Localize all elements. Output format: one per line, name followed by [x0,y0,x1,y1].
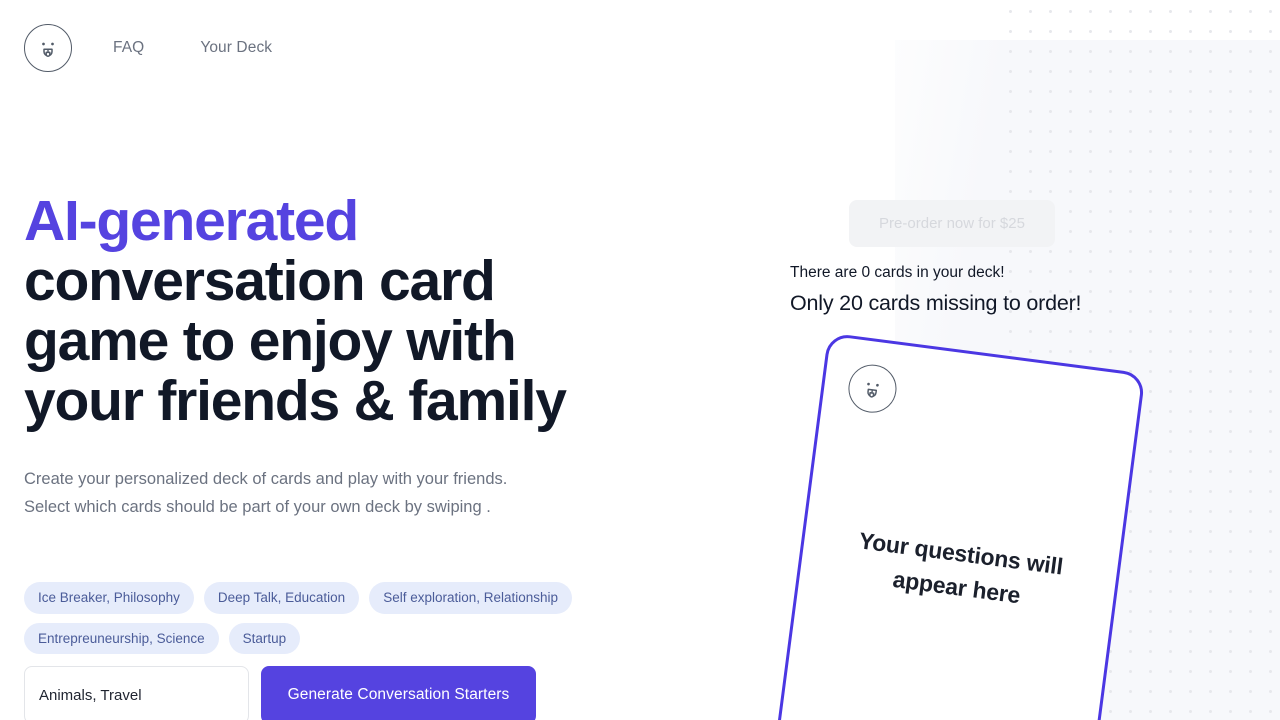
site-header: FAQ Your Deck [0,0,1280,96]
hero-section: AI-generated conversation card game to e… [24,191,644,521]
main-navigation: FAQ Your Deck [113,33,272,63]
topic-tag-list: Ice Breaker, Philosophy Deep Talk, Educa… [24,582,644,654]
deck-cards-missing: Only 20 cards missing to order! [790,291,1082,315]
landing-page: FAQ Your Deck AI-generated conversation … [0,0,1280,720]
deck-card-count: There are 0 cards in your deck! [790,264,1005,281]
preorder-button[interactable]: Pre-order now for $25 [849,200,1055,247]
card-smiley-tongue-logo-icon [845,361,900,416]
nav-link-faq[interactable]: FAQ [113,33,144,63]
topic-tag-ice-breaker-philosophy[interactable]: Ice Breaker, Philosophy [24,582,194,614]
topic-input[interactable] [24,666,249,720]
hero-subheading: Create your personalized deck of cards a… [24,465,624,521]
deck-status: There are 0 cards in your deck! Only 20 … [790,262,1082,317]
question-card-preview[interactable]: Your questions will appear here [771,332,1146,720]
headline-rest: conversation card game to enjoy with you… [24,249,567,433]
question-card[interactable]: Your questions will appear here [771,332,1146,720]
card-placeholder-text: Your questions will appear here [857,527,1065,609]
topic-tag-self-exploration-relationship[interactable]: Self exploration, Relationship [369,582,573,614]
nav-link-your-deck[interactable]: Your Deck [200,33,272,63]
smiley-tongue-logo-icon[interactable] [24,24,72,72]
topic-form: Generate Conversation Starters [24,666,536,720]
page-title: AI-generated conversation card game to e… [24,191,644,431]
generate-conversation-starters-button[interactable]: Generate Conversation Starters [261,666,536,720]
topic-tag-deep-talk-education[interactable]: Deep Talk, Education [203,582,360,614]
subheading-line-2: Select which cards should be part of you… [24,498,491,516]
subheading-line-1: Create your personalized deck of cards a… [24,470,508,488]
headline-accent: AI-generated [24,189,359,253]
topic-tag-entrepreuneurship-science[interactable]: Entrepreuneurship, Science [24,622,219,654]
topic-tag-startup[interactable]: Startup [228,622,301,654]
